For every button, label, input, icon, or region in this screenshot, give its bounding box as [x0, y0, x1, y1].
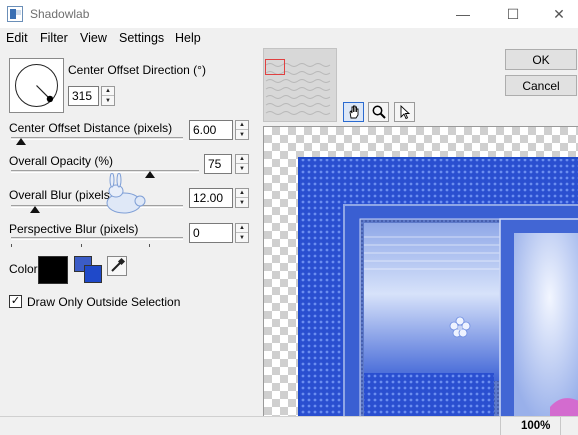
color-label: Color	[9, 262, 38, 276]
status-divider	[560, 417, 561, 435]
status-bar: 100%	[0, 416, 578, 435]
dial-needle	[36, 85, 54, 103]
distance-spinner[interactable]: ▲ ▼	[235, 120, 249, 140]
outside-selection-label: Draw Only Outside Selection	[27, 295, 181, 309]
direction-dial[interactable]	[9, 58, 64, 113]
menu-settings[interactable]: Settings	[119, 31, 164, 45]
perspective-tick	[81, 244, 82, 247]
thumbnail-selection-box[interactable]	[265, 59, 285, 75]
title-bar: Shadowlab — ☐ ✕	[0, 0, 578, 28]
menu-filter[interactable]: Filter	[40, 31, 68, 45]
opacity-input[interactable]: 75	[204, 154, 232, 174]
blur-input[interactable]: 12.00	[189, 188, 233, 208]
perspective-slider[interactable]	[11, 231, 183, 247]
zoom-level: 100%	[521, 420, 551, 432]
eyedropper-icon	[111, 257, 126, 272]
window-title: Shadowlab	[30, 7, 90, 21]
menu-edit[interactable]: Edit	[6, 31, 28, 45]
distance-track	[11, 137, 183, 140]
preview-image	[298, 157, 578, 416]
distance-slider[interactable]	[11, 131, 183, 147]
shadow-color-swatch[interactable]	[38, 256, 68, 284]
perspective-spinner[interactable]: ▲ ▼	[235, 223, 249, 243]
opacity-spinner[interactable]: ▲ ▼	[235, 154, 249, 174]
app-icon	[7, 6, 23, 22]
hand-icon	[349, 105, 358, 119]
blur-slider[interactable]	[11, 199, 183, 215]
outside-selection-checkbox[interactable]: ✓	[9, 295, 22, 308]
zoom-tool[interactable]	[368, 102, 389, 122]
pointer-icon	[400, 104, 410, 120]
perspective-tick	[149, 244, 150, 247]
direction-label: Center Offset Direction (°)	[68, 63, 206, 77]
close-button[interactable]: ✕	[536, 0, 578, 28]
perspective-tick	[11, 244, 12, 247]
distance-thumb[interactable]	[15, 138, 26, 145]
perspective-input[interactable]: 0	[189, 223, 233, 243]
maximize-button[interactable]: ☐	[490, 0, 536, 28]
menu-help[interactable]: Help	[175, 31, 201, 45]
bunny-watermark	[106, 173, 146, 214]
cancel-button[interactable]: Cancel	[505, 75, 577, 96]
distance-input[interactable]: 6.00	[189, 120, 233, 140]
menu-bar: Edit Filter View Settings Help	[0, 28, 578, 48]
ok-button[interactable]: OK	[505, 49, 577, 70]
minimize-button[interactable]: —	[440, 0, 486, 28]
direction-spinner[interactable]: ▲ ▼	[101, 86, 115, 106]
blur-spinner[interactable]: ▲ ▼	[235, 188, 249, 208]
preview-canvas[interactable]	[263, 126, 578, 416]
menu-view[interactable]: View	[80, 31, 107, 45]
status-divider	[500, 417, 501, 435]
perspective-track	[11, 237, 183, 240]
eyedropper-button[interactable]	[107, 256, 127, 276]
navigator-thumbnail[interactable]	[263, 48, 337, 122]
direction-input[interactable]: 315	[68, 86, 99, 106]
zoom-icon	[372, 105, 386, 119]
pointer-tool[interactable]	[394, 102, 415, 122]
hand-tool[interactable]	[343, 102, 364, 122]
blur-thumb[interactable]	[30, 206, 41, 213]
swap-color-b[interactable]	[84, 265, 102, 283]
